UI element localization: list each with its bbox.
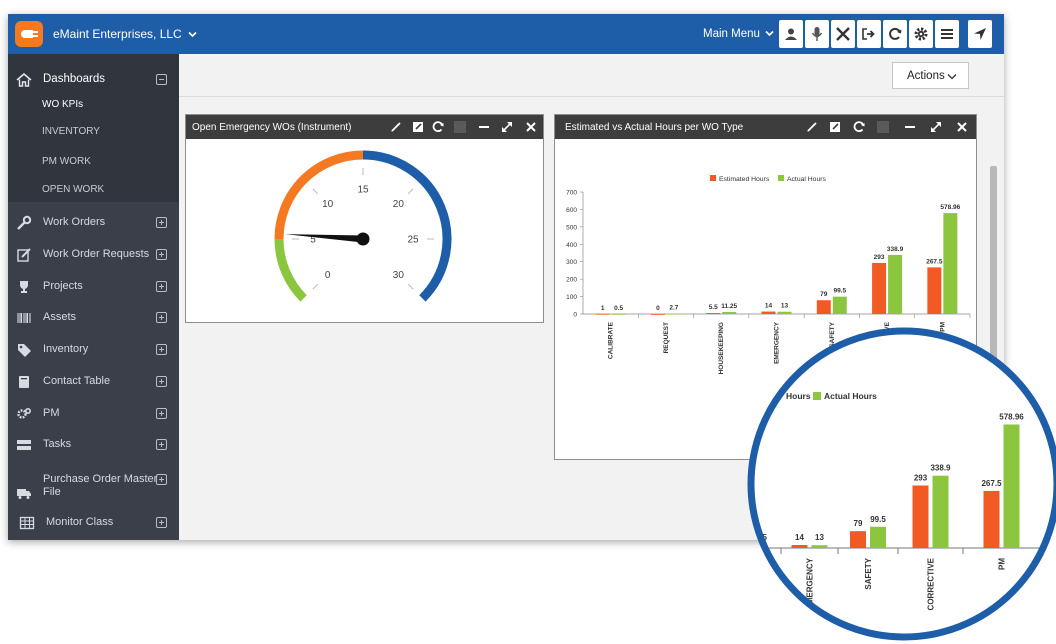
zoom-bar-value-label: 293 (914, 473, 928, 482)
zoom-bar-value-label: 14 (795, 533, 804, 542)
zoom-legend-label: Actual Hours (824, 391, 877, 401)
zoom-bar-estimated (983, 490, 1000, 548)
zoom-bar-estimated (850, 531, 866, 548)
zoom-legend-swatch (813, 392, 821, 400)
zoom-bar-value-label: 578.96 (999, 412, 1024, 421)
zoom-bar-actual (932, 475, 949, 548)
zoom-bar-value-label: 99.5 (870, 515, 886, 524)
zoom-bar-value-label: 79 (854, 519, 863, 528)
zoom-bar-value-label: 267.5 (981, 479, 1002, 488)
zoom-bar-actual (870, 526, 886, 548)
zoom-legend-fragment: Hours (786, 391, 811, 401)
zoom-bar-value-label: 13 (815, 533, 824, 542)
zoom-category-label: CORRECTIVE (927, 557, 936, 610)
zoom-bar-actual (1003, 424, 1020, 548)
zoom-bar-estimated (912, 485, 929, 548)
zoom-bar-value-label: 338.9 (930, 464, 951, 473)
zoom-category-label: SAFETY (864, 557, 873, 589)
zoom-category-label: PM (998, 558, 1007, 570)
zoom-bar-estimated (791, 545, 808, 548)
zoom-callout: Hours Actual Hours25 14 13EMERGENCY79 99.5SA… (747, 327, 1056, 641)
zoom-bar-actual (811, 545, 828, 548)
